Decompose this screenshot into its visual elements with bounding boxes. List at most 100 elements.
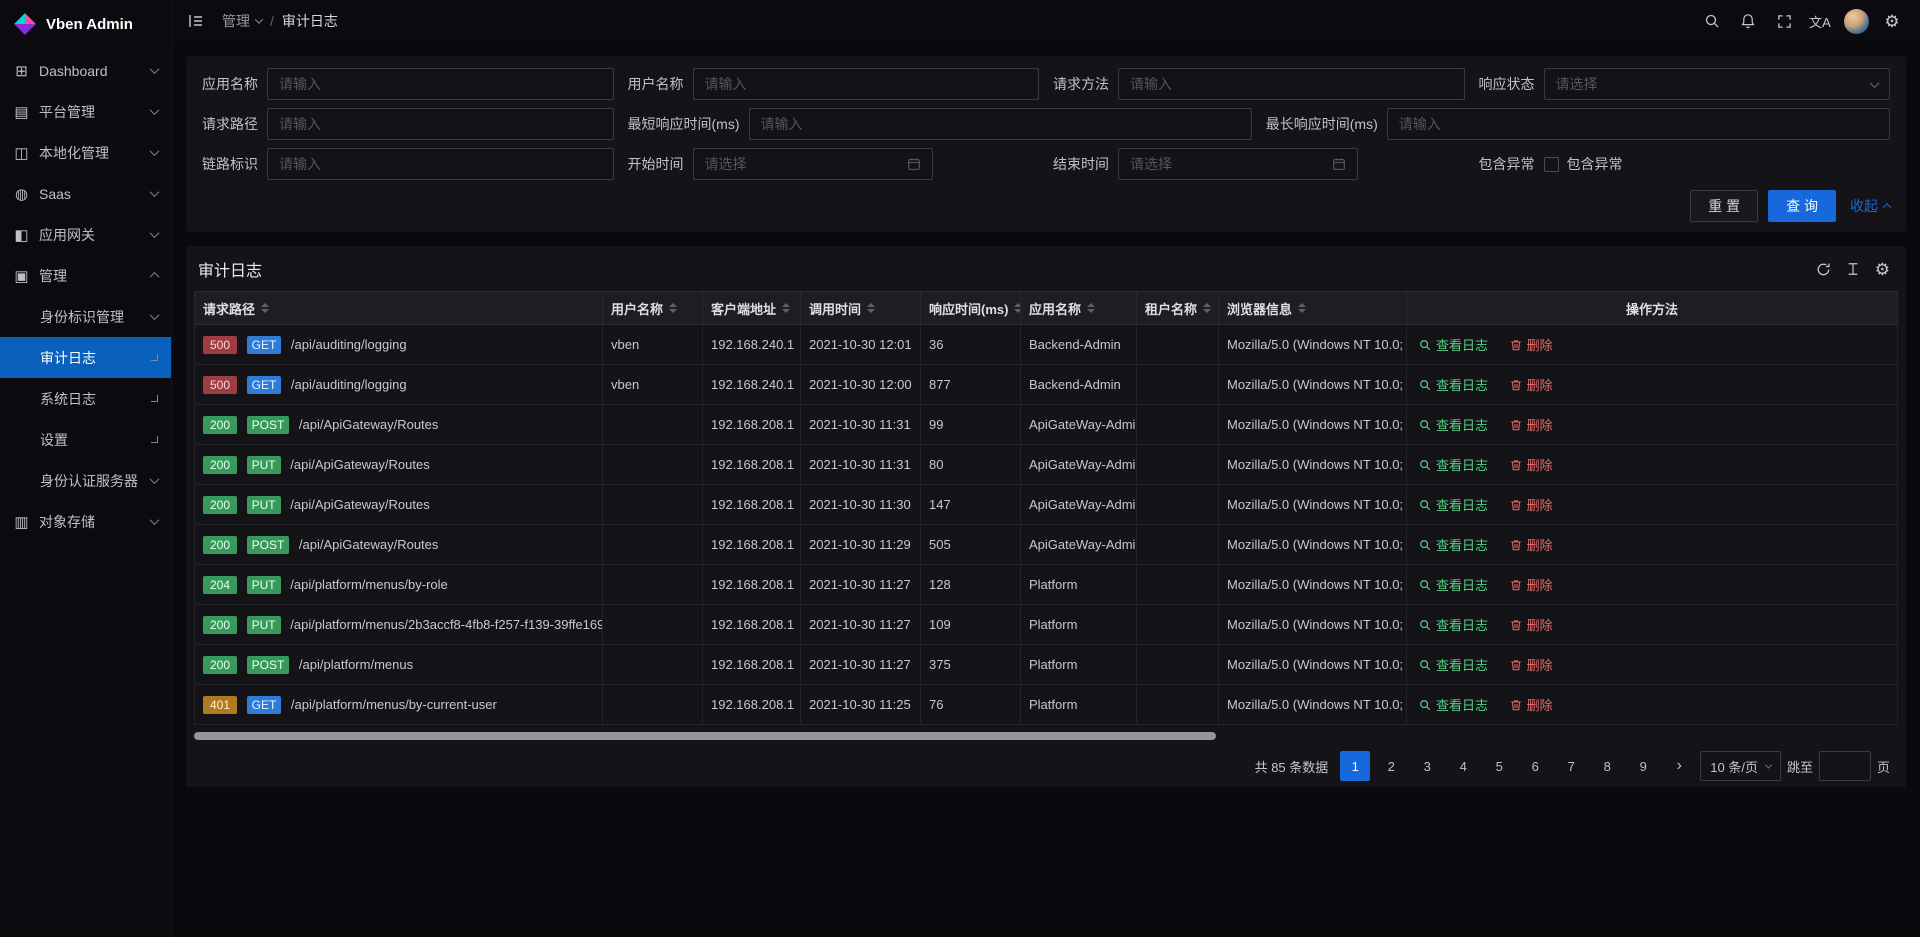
sort-icons[interactable] [669, 303, 677, 313]
column-label: 用户名称 [611, 299, 663, 318]
sort-icons[interactable] [1087, 303, 1095, 313]
date-input[interactable]: 请选择 [1118, 148, 1358, 180]
method-badge: POST [247, 536, 290, 554]
next-page-button[interactable]: › [1664, 751, 1694, 781]
sort-icons[interactable] [782, 303, 790, 313]
fullscreen-icon[interactable] [1768, 5, 1800, 37]
sidebar-menu-item[interactable]: 身份标识管理 [0, 296, 171, 337]
delete-button[interactable]: 删除 [1510, 375, 1553, 394]
view-log-button[interactable]: 查看日志 [1419, 695, 1488, 714]
sidebar-menu-item[interactable]: 身份认证服务器 [0, 460, 171, 501]
cell-response-time: 99 [921, 405, 1021, 445]
delete-button[interactable]: 删除 [1510, 535, 1553, 554]
text-input[interactable] [1387, 108, 1890, 140]
delete-button[interactable]: 删除 [1510, 495, 1553, 514]
view-log-button[interactable]: 查看日志 [1419, 575, 1488, 594]
view-log-button[interactable]: 查看日志 [1419, 495, 1488, 514]
jump-page-input[interactable] [1819, 751, 1871, 781]
sort-icons[interactable] [261, 303, 269, 313]
sidebar-menu-item[interactable]: 设置 [0, 419, 171, 460]
delete-button[interactable]: 删除 [1510, 615, 1553, 634]
column-header[interactable]: 操作方法 [1407, 292, 1898, 325]
column-header[interactable]: 响应时间(ms) [921, 292, 1021, 325]
sidebar-menu-item[interactable]: ▣ 管理 [0, 255, 171, 296]
table-row: 200 PUT /api/platform/menus/2b3accf8-4fb… [195, 605, 1898, 645]
page-button[interactable]: 1 [1340, 751, 1370, 781]
page-size-select[interactable]: 10 条/页 [1700, 751, 1781, 781]
page-button[interactable]: 4 [1448, 751, 1478, 781]
date-input[interactable]: 请选择 [693, 148, 933, 180]
text-input[interactable] [749, 108, 1252, 140]
delete-button[interactable]: 删除 [1510, 695, 1553, 714]
delete-button[interactable]: 删除 [1510, 455, 1553, 474]
text-input[interactable] [267, 108, 614, 140]
sidebar-menu-item[interactable]: 系统日志 [0, 378, 171, 419]
column-header[interactable]: 租户名称 [1137, 292, 1219, 325]
row-height-icon[interactable] [1846, 262, 1860, 276]
settings-gear-icon[interactable]: ⚙ [1876, 5, 1908, 37]
column-label: 浏览器信息 [1227, 299, 1292, 318]
view-log-button[interactable]: 查看日志 [1419, 455, 1488, 474]
page-button[interactable]: 9 [1628, 751, 1658, 781]
locale-switch-icon[interactable]: 文A [1804, 5, 1836, 37]
sort-icons[interactable] [1014, 303, 1020, 313]
sidebar-menu-item[interactable]: ◍ Saas [0, 173, 171, 214]
text-input[interactable] [1118, 68, 1465, 100]
view-log-button[interactable]: 查看日志 [1419, 615, 1488, 634]
page-button[interactable]: 6 [1520, 751, 1550, 781]
page-button[interactable]: 7 [1556, 751, 1586, 781]
text-input[interactable] [693, 68, 1040, 100]
reset-button[interactable]: 重 置 [1690, 190, 1758, 222]
select-input[interactable]: 请选择 [1544, 68, 1891, 100]
column-settings-icon[interactable]: ⚙ [1875, 261, 1890, 278]
breadcrumb-root[interactable]: 管理 [222, 11, 262, 31]
cell-browser-info: Mozilla/5.0 (Windows NT 10.0; Win [1219, 565, 1407, 605]
delete-button[interactable]: 删除 [1510, 575, 1553, 594]
page-button[interactable]: 3 [1412, 751, 1442, 781]
sidebar-menu-item[interactable]: ◫ 本地化管理 [0, 132, 171, 173]
notification-bell-icon[interactable] [1732, 5, 1764, 37]
column-header[interactable]: 客户端地址 [703, 292, 801, 325]
pagination: 共 85 条数据 1 2 3 4 5 [186, 741, 1906, 787]
column-header[interactable]: 用户名称 [603, 292, 703, 325]
delete-button[interactable]: 删除 [1510, 335, 1553, 354]
sidebar-menu-item[interactable]: ◧ 应用网关 [0, 214, 171, 255]
search-button[interactable]: 查 询 [1768, 190, 1836, 222]
sidebar-menu-item[interactable]: ▥ 对象存储 [0, 501, 171, 542]
sidebar-menu-item[interactable]: ▤ 平台管理 [0, 91, 171, 132]
refresh-icon[interactable] [1816, 262, 1831, 277]
search-icon[interactable] [1696, 5, 1728, 37]
collapse-link[interactable]: 收起 [1850, 196, 1890, 216]
scrollbar-thumb[interactable] [194, 732, 1216, 740]
text-input[interactable] [267, 148, 614, 180]
delete-button[interactable]: 删除 [1510, 415, 1553, 434]
logo[interactable]: Vben Admin [0, 0, 171, 48]
view-log-button[interactable]: 查看日志 [1419, 375, 1488, 394]
view-log-button[interactable]: 查看日志 [1419, 655, 1488, 674]
view-log-button[interactable]: 查看日志 [1419, 415, 1488, 434]
text-input[interactable] [267, 68, 614, 100]
column-header[interactable]: 浏览器信息 [1219, 292, 1407, 325]
user-avatar[interactable] [1840, 5, 1872, 37]
column-header[interactable]: 应用名称 [1021, 292, 1137, 325]
method-badge: POST [247, 416, 290, 434]
column-header[interactable]: 调用时间 [801, 292, 921, 325]
magnifier-icon [1419, 339, 1431, 351]
cell-response-time: 128 [921, 565, 1021, 605]
sidebar-menu-item[interactable]: 审计日志 [0, 337, 171, 378]
page-button[interactable]: 5 [1484, 751, 1514, 781]
sidebar-menu-item[interactable]: ⊞ Dashboard [0, 50, 171, 91]
column-header[interactable]: 请求路径 [195, 292, 603, 325]
include-exception-checkbox[interactable] [1544, 157, 1559, 172]
delete-button[interactable]: 删除 [1510, 655, 1553, 674]
view-log-button[interactable]: 查看日志 [1419, 535, 1488, 554]
status-badge: 204 [203, 576, 237, 594]
page-button[interactable]: 8 [1592, 751, 1622, 781]
page-button[interactable]: 2 [1376, 751, 1406, 781]
sort-icons[interactable] [1203, 303, 1211, 313]
menu-fold-icon[interactable] [180, 5, 212, 37]
sort-icons[interactable] [1298, 303, 1306, 313]
chevron-icon [150, 515, 160, 525]
view-log-button[interactable]: 查看日志 [1419, 335, 1488, 354]
sort-icons[interactable] [867, 303, 875, 313]
